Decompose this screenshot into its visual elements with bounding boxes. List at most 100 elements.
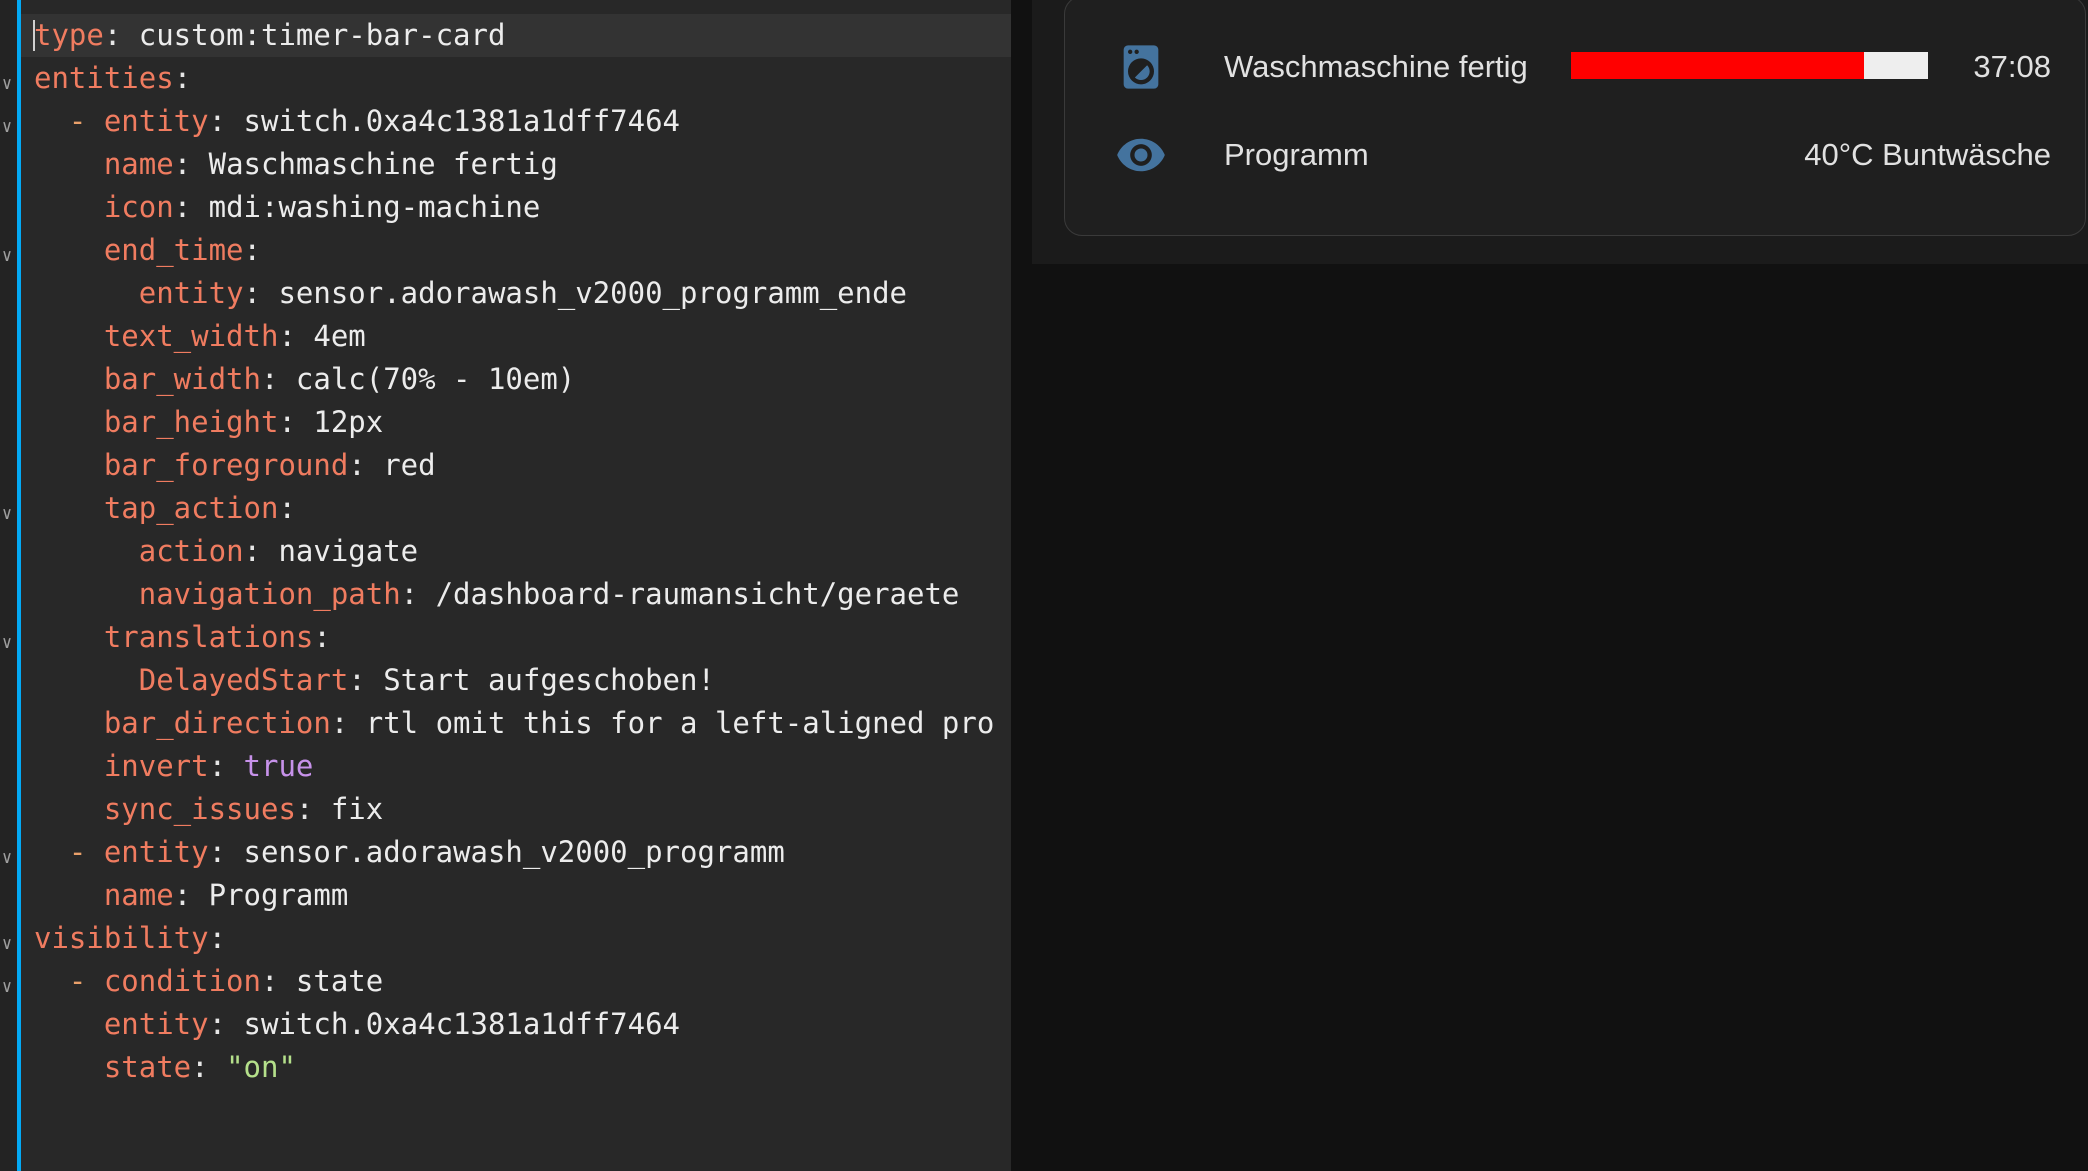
yaml-value: state <box>295 964 384 998</box>
yaml-colon: : <box>103 18 139 52</box>
code-line[interactable]: state: "on" <box>21 1046 1011 1089</box>
code-line[interactable]: invert: true <box>21 745 1011 788</box>
code-line[interactable]: entities: <box>21 57 1011 100</box>
yaml-colon: : <box>208 749 244 783</box>
code-line[interactable]: end_time: <box>21 229 1011 272</box>
fold-chevron-icon[interactable]: ∨ <box>0 493 14 536</box>
yaml-value: sensor.adorawash_v2000_programm <box>243 835 785 869</box>
yaml-colon: : <box>208 921 227 955</box>
code-line[interactable]: - entity: switch.0xa4c1381a1dff7464 <box>21 100 1011 143</box>
fold-chevron-icon[interactable]: ∨ <box>0 235 14 278</box>
code-line[interactable]: bar_foreground: red <box>21 444 1011 487</box>
yaml-key: type <box>34 18 104 52</box>
yaml-key: entity <box>138 276 244 310</box>
code-line[interactable]: name: Waschmaschine fertig <box>21 143 1011 186</box>
yaml-value: switch.0xa4c1381a1dff7464 <box>243 104 681 138</box>
yaml-key: bar_direction <box>103 706 331 740</box>
yaml-key: navigation_path <box>138 577 401 611</box>
timer-progress-fill <box>1571 52 1864 79</box>
list-dash: - <box>68 835 104 869</box>
yaml-colon: : <box>208 104 244 138</box>
yaml-key: visibility <box>34 921 209 955</box>
yaml-key: bar_height <box>103 405 279 439</box>
yaml-value: Start aufgeschoben! <box>383 663 715 697</box>
yaml-colon: : <box>348 448 384 482</box>
entity-state: 40°C Buntwäsche <box>1804 137 2051 172</box>
remaining-time: 37:08 <box>1973 49 2051 84</box>
yaml-colon: : <box>208 835 244 869</box>
code-line[interactable]: DelayedStart: Start aufgeschoben! <box>21 659 1011 702</box>
yaml-value: fix <box>330 792 384 826</box>
yaml-value: navigate <box>278 534 419 568</box>
code-line[interactable]: bar_height: 12px <box>21 401 1011 444</box>
yaml-colon: : <box>260 362 296 396</box>
code-line[interactable]: name: Programm <box>21 874 1011 917</box>
fold-chevron-icon[interactable]: ∨ <box>0 966 14 1009</box>
fold-chevron-icon[interactable]: ∨ <box>0 923 14 966</box>
yaml-value: switch.0xa4c1381a1dff7464 <box>243 1007 681 1041</box>
yaml-value: rtl omit this for a left-aligned pro <box>365 706 995 740</box>
code-line[interactable]: visibility: <box>21 917 1011 960</box>
yaml-key: name <box>103 878 174 912</box>
code-line[interactable]: entity: switch.0xa4c1381a1dff7464 <box>21 1003 1011 1046</box>
yaml-value: Programm <box>208 878 349 912</box>
entity-name: Waschmaschine fertig <box>1224 49 1528 84</box>
yaml-colon: : <box>208 1007 244 1041</box>
fold-chevron-icon[interactable]: ∨ <box>0 63 14 106</box>
code-line[interactable]: type: custom:timer-bar-card <box>21 14 1011 57</box>
code-line[interactable]: sync_issues: fix <box>21 788 1011 831</box>
yaml-key: tap_action <box>103 491 279 525</box>
washing-machine-icon <box>1115 41 1167 93</box>
code-line[interactable]: translations: <box>21 616 1011 659</box>
yaml-colon: : <box>278 491 296 525</box>
yaml-value: /dashboard-raumansicht/geraete <box>435 577 960 611</box>
yaml-colon: : <box>400 577 436 611</box>
yaml-colon: : <box>243 233 261 267</box>
code-line[interactable]: - condition: state <box>21 960 1011 1003</box>
yaml-value: 4em <box>313 319 366 353</box>
fold-chevron-icon[interactable]: ∨ <box>0 837 14 880</box>
yaml-colon: : <box>173 878 209 912</box>
yaml-key: action <box>138 534 244 568</box>
yaml-key: condition <box>103 964 261 998</box>
yaml-code-editor[interactable]: ∨ ∨ ∨ ∨ ∨ ∨ ∨ ∨ type: custom:timer-bar-card enti… <box>0 0 1011 1171</box>
yaml-colon: : <box>278 319 314 353</box>
code-line[interactable]: icon: mdi:washing-machine <box>21 186 1011 229</box>
yaml-value: 12px <box>313 405 384 439</box>
code-lines[interactable]: type: custom:timer-bar-card entities: - e… <box>21 14 1011 1089</box>
yaml-value: sensor.adorawash_v2000_programm_ende <box>278 276 907 310</box>
yaml-value: custom:timer-bar-card <box>138 18 506 52</box>
fold-chevron-icon[interactable]: ∨ <box>0 622 14 665</box>
fold-chevron-icon[interactable]: ∨ <box>0 106 14 149</box>
code-line[interactable]: navigation_path: /dashboard-raumansicht/… <box>21 573 1011 616</box>
yaml-colon: : <box>243 276 279 310</box>
code-line[interactable]: text_width: 4em <box>21 315 1011 358</box>
yaml-key: entity <box>103 1007 209 1041</box>
list-dash: - <box>68 964 104 998</box>
yaml-key: entities <box>34 61 174 95</box>
code-line[interactable]: entity: sensor.adorawash_v2000_programm_… <box>21 272 1011 315</box>
entity-row-programm[interactable]: Programm 40°C Buntwäsche <box>1065 111 2085 199</box>
code-line[interactable]: bar_direction: rtl omit this for a left-… <box>21 702 1011 745</box>
timer-bar-card: Waschmaschine fertig 37:08 Programm 40°C… <box>1064 0 2086 236</box>
code-line[interactable]: - entity: sensor.adorawash_v2000_program… <box>21 831 1011 874</box>
code-line[interactable]: bar_width: calc(70% - 10em) <box>21 358 1011 401</box>
entity-row-washing-machine[interactable]: Waschmaschine fertig 37:08 <box>1065 23 2085 111</box>
code-line[interactable]: tap_action: <box>21 487 1011 530</box>
code-line[interactable]: action: navigate <box>21 530 1011 573</box>
yaml-colon: : <box>191 1050 227 1084</box>
